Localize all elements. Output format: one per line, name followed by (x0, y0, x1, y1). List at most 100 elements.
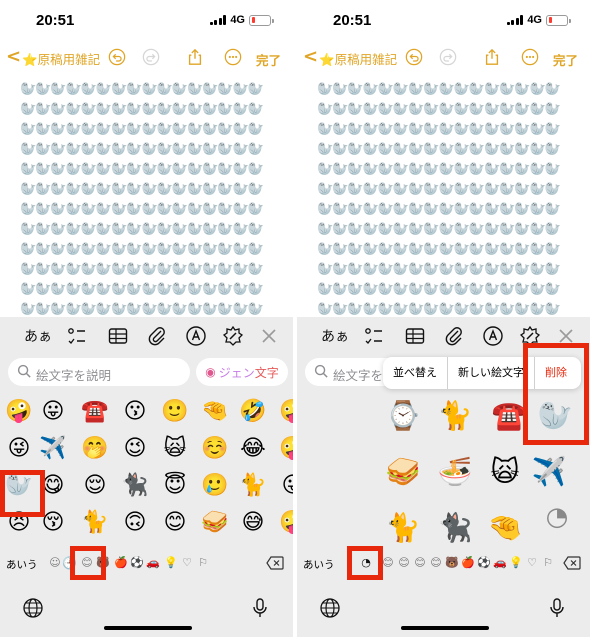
undo-icon[interactable] (405, 48, 423, 66)
emoji-key[interactable]: 😗 (120, 397, 150, 427)
close-keyboard-icon[interactable] (258, 325, 280, 347)
emoji-key[interactable]: 😅 (238, 508, 268, 538)
more-options-icon[interactable] (521, 48, 539, 66)
emoji-key[interactable]: 😊 (160, 508, 190, 538)
note-folder-title[interactable]: ⭐原稿用雑記 (22, 49, 100, 68)
rearrange-menu-item[interactable]: 並べ替え (383, 357, 448, 389)
redo-icon[interactable] (142, 48, 160, 66)
note-folder-title[interactable]: ⭐原稿用雑記 (319, 49, 397, 68)
sticker-key[interactable]: 🐈‍⬛ (433, 509, 477, 547)
sticker-key[interactable]: ⌚ (381, 397, 425, 435)
share-icon[interactable] (186, 48, 204, 66)
search-placeholder: 絵文字を説明 (36, 368, 112, 383)
text-format-button[interactable]: あぁ (321, 326, 349, 348)
category-icon[interactable]: ⚐ (196, 556, 210, 570)
sticker-key[interactable]: 🐈 (381, 509, 425, 547)
emoji-key[interactable]: 😉 (120, 434, 150, 464)
sticker-key[interactable]: 🥪 (381, 453, 425, 491)
emoji-key[interactable]: 😛 (278, 471, 293, 501)
note-body[interactable]: 🦭🦭🦭🦭🦭🦭🦭🦭🦭🦭🦭🦭🦭🦭🦭🦭🦭🦭🦭🦭🦭🦭🦭🦭🦭🦭🦭🦭🦭🦭🦭🦭🦭🦭🦭🦭🦭🦭🦭🦭… (20, 80, 270, 340)
category-icon[interactable]: 😊 (429, 556, 443, 570)
category-icon[interactable]: 😊 (381, 556, 395, 570)
emoji-key[interactable]: 🙂 (160, 397, 190, 427)
sticker-key[interactable]: 🐈 (433, 397, 477, 435)
category-icon[interactable]: 🚗 (493, 556, 507, 570)
category-abc-key[interactable]: あいう (6, 557, 38, 572)
globe-icon[interactable] (22, 597, 44, 619)
category-icon[interactable]: 💡 (164, 556, 178, 570)
attachment-icon[interactable] (146, 325, 168, 347)
emoji-key[interactable]: 🤪 (278, 434, 293, 464)
emoji-key[interactable]: 🤭 (80, 434, 110, 464)
redo-icon[interactable] (439, 48, 457, 66)
emoji-key[interactable]: 🐈 (80, 508, 110, 538)
microphone-icon[interactable] (249, 597, 271, 619)
category-icon[interactable]: 🚗 (146, 556, 160, 570)
emoji-key[interactable]: 🤪 (4, 397, 34, 427)
emoji-key[interactable]: 🤏 (200, 397, 230, 427)
checklist-icon[interactable] (66, 325, 88, 347)
emoji-key[interactable]: ✈️ (38, 434, 68, 464)
table-icon[interactable] (107, 325, 129, 347)
category-icon[interactable]: 😊 (397, 556, 411, 570)
genmoji-button[interactable]: ◉ ジェン 文字 (196, 358, 288, 386)
category-icon[interactable]: ♡ (180, 556, 194, 570)
new-sticker-menu-item[interactable]: 新しい絵文字 (448, 357, 535, 389)
table-icon[interactable] (404, 325, 426, 347)
writing-tools-icon[interactable] (222, 325, 244, 347)
category-icon[interactable]: ⚽ (477, 556, 491, 570)
markup-icon[interactable] (185, 325, 207, 347)
emoji-key[interactable]: 🐈 (238, 471, 268, 501)
category-icon[interactable]: ⚽ (130, 556, 144, 570)
emoji-key[interactable]: 😂 (238, 434, 268, 464)
category-icon[interactable]: 💡 (509, 556, 523, 570)
emoji-key[interactable]: 😜 (4, 434, 34, 464)
emoji-key[interactable]: 🥲 (200, 471, 230, 501)
category-icon[interactable]: ☺ (48, 556, 62, 570)
category-icon[interactable]: ⚐ (541, 556, 555, 570)
category-abc-key[interactable]: あいう (303, 557, 335, 572)
category-icon[interactable]: 🍎 (461, 556, 475, 570)
emoji-key[interactable]: 🤣 (238, 397, 268, 427)
text-format-button[interactable]: あぁ (24, 326, 52, 348)
emoji-key[interactable]: 🙃 (120, 508, 150, 538)
emoji-search-field[interactable]: 絵文字を説明 (8, 358, 190, 386)
status-right: 4G (209, 14, 274, 26)
delete-key-icon[interactable] (266, 556, 284, 570)
delete-key-icon[interactable] (563, 556, 581, 570)
back-button[interactable]: < (6, 46, 21, 67)
undo-icon[interactable] (108, 48, 126, 66)
emoji-key[interactable]: 😇 (160, 471, 190, 501)
right-screenshot: 20:51 4G < ⭐原稿用雑記 完了 🦭🦭🦭🦭🦭🦭🦭🦭🦭🦭🦭🦭🦭🦭🦭🦭🦭🦭🦭… (297, 0, 590, 637)
emoji-key[interactable]: 😛 (38, 397, 68, 427)
emoji-key[interactable]: 🤪 (278, 508, 293, 538)
category-icon[interactable]: 🍎 (114, 556, 128, 570)
sticker-key[interactable]: 🙀 (483, 453, 527, 491)
back-button[interactable]: < (303, 46, 318, 67)
category-icon[interactable]: ♡ (525, 556, 539, 570)
checklist-icon[interactable] (363, 325, 385, 347)
attachment-icon[interactable] (443, 325, 465, 347)
globe-icon[interactable] (319, 597, 341, 619)
note-text: 🦭🦭🦭🦭🦭🦭🦭🦭🦭🦭🦭🦭🦭🦭🦭🦭🦭🦭🦭🦭🦭🦭🦭🦭🦭🦭🦭🦭🦭🦭🦭🦭🦭🦭🦭🦭🦭🦭🦭🦭… (20, 82, 264, 337)
emoji-key[interactable]: 🙀 (160, 434, 190, 464)
done-button[interactable]: 完了 (256, 50, 281, 69)
emoji-key[interactable]: 🥪 (200, 508, 230, 538)
category-icon[interactable]: 😊 (413, 556, 427, 570)
sticker-key[interactable]: 🤏 (483, 509, 527, 547)
add-sticker-icon[interactable]: ◔ (535, 498, 579, 536)
note-body[interactable]: 🦭🦭🦭🦭🦭🦭🦭🦭🦭🦭🦭🦭🦭🦭🦭🦭🦭🦭🦭🦭🦭🦭🦭🦭🦭🦭🦭🦭🦭🦭🦭🦭🦭🦭🦭🦭🦭🦭🦭🦭… (317, 80, 567, 340)
category-icon[interactable]: 🐻 (445, 556, 459, 570)
emoji-key[interactable]: 🐈‍⬛ (120, 471, 150, 501)
sticker-key[interactable]: ✈️ (527, 453, 571, 491)
sticker-key[interactable]: 🍜 (433, 453, 477, 491)
emoji-key[interactable]: 😌 (80, 471, 110, 501)
markup-icon[interactable] (482, 325, 504, 347)
share-icon[interactable] (483, 48, 501, 66)
emoji-key[interactable]: 🤪 (278, 397, 293, 427)
emoji-key[interactable]: ☺️ (200, 434, 230, 464)
more-options-icon[interactable] (224, 48, 242, 66)
emoji-key[interactable]: ☎️ (80, 397, 110, 427)
microphone-icon[interactable] (546, 597, 568, 619)
done-button[interactable]: 完了 (553, 50, 578, 69)
